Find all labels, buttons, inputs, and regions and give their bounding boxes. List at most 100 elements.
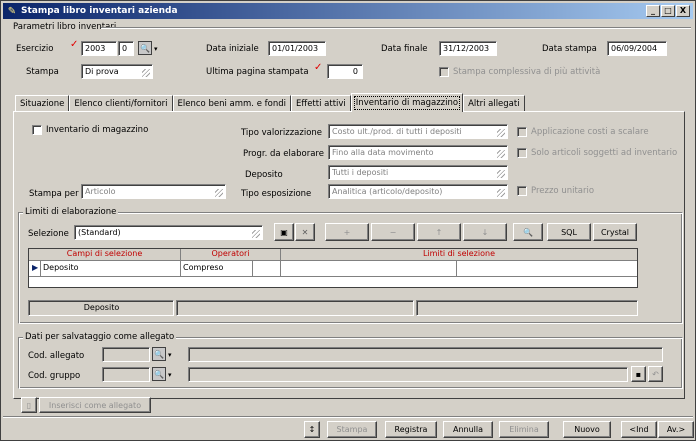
applicazione-label: Applicazione costi a scalare [531, 127, 649, 137]
dropdown-arrow-icon[interactable]: ▾ [168, 351, 172, 359]
inventario-checkbox[interactable] [32, 125, 42, 135]
save-selection-button[interactable]: ▣ [274, 223, 294, 241]
applicazione-checkbox[interactable] [517, 127, 527, 137]
row-pointer-icon: ▶ [29, 261, 41, 276]
tab-elenco-beni[interactable]: Elenco beni amm. e fondi [172, 95, 291, 112]
lookup-icon[interactable]: 🔍 [152, 347, 166, 361]
stampa-select[interactable]: Di prova [81, 64, 153, 79]
grip-icon [497, 150, 505, 158]
grid-cell-blank[interactable] [253, 261, 281, 276]
tab-inventario-magazzino[interactable]: Inventario di magazzino [350, 93, 464, 112]
grid-cell-limite[interactable] [281, 261, 457, 276]
required-mark: ✓ [70, 39, 79, 50]
footer-deposito-cell: Deposito [28, 300, 174, 316]
deposito-label: Deposito [245, 170, 283, 180]
tab-altri-allegati[interactable]: Altri allegati [463, 95, 525, 112]
tab-label: Situazione [20, 99, 65, 109]
tab-bar: Situazione Elenco clienti/fornitori Elen… [15, 93, 525, 112]
solo-articoli-checkbox[interactable] [517, 148, 527, 158]
grip-icon [252, 230, 260, 238]
prezzo-unitario-label: Prezzo unitario [531, 186, 595, 196]
data-finale-input[interactable]: 31/12/2003 [439, 41, 497, 56]
search-icon: 🔍 [523, 227, 533, 237]
tab-effetti-attivi[interactable]: Effetti attivi [290, 95, 351, 112]
grid-cell-operatore[interactable]: Compreso [181, 261, 253, 276]
registra-button[interactable]: Registra [385, 421, 437, 438]
selezione-label: Selezione [28, 229, 69, 239]
cod-gruppo-label: Cod. gruppo [28, 371, 81, 381]
bottom-divider [3, 416, 693, 418]
title-bar[interactable]: ✎ Stampa libro inventari azienda _ □ X [3, 3, 693, 19]
grip-icon [497, 129, 505, 137]
elimina-button[interactable]: Elimina [499, 421, 549, 438]
grid-header-campi[interactable]: Campi di selezione [29, 249, 181, 261]
data-stampa-input[interactable]: 06/09/2004 [607, 41, 667, 56]
crystal-button[interactable]: Crystal [593, 223, 637, 241]
cod-allegato-desc [188, 347, 663, 362]
maximize-button[interactable]: □ [661, 5, 675, 17]
dropdown-arrow-icon[interactable]: ▾ [154, 45, 158, 53]
ultima-pagina-input[interactable]: 0 [327, 64, 363, 79]
esercizio-sub-input[interactable]: 0 [118, 41, 134, 56]
inserisci-allegato-button[interactable]: Inserisci come allegato [39, 397, 151, 413]
cod-gruppo-input[interactable] [102, 367, 150, 382]
params-divider [101, 27, 691, 29]
grid-header-operatori[interactable]: Operatori [181, 249, 281, 261]
app-icon: ✎ [7, 5, 17, 17]
sort-button[interactable]: ↕ [304, 421, 320, 438]
close-window-button[interactable]: X [676, 5, 690, 17]
remove-condition-button[interactable]: − [371, 223, 415, 241]
tipo-valorizzazione-select[interactable]: Costo ult./prod. di tutti i depositi [328, 124, 508, 139]
grid-row-line [29, 276, 637, 277]
move-up-button[interactable]: ↑ [417, 223, 461, 241]
tab-situazione[interactable]: Situazione [15, 95, 70, 112]
data-iniziale-label: Data iniziale [206, 44, 259, 54]
selezione-select[interactable]: (Standard) [74, 225, 263, 240]
indietro-button[interactable]: <Ind [621, 421, 657, 438]
grid-cell-limite-2[interactable] [457, 261, 637, 276]
tab-elenco-clienti[interactable]: Elenco clienti/fornitori [69, 95, 173, 112]
stampa-button[interactable]: Stampa [327, 421, 377, 438]
footer-cell-2 [176, 300, 414, 316]
tipo-valorizzazione-value: Costo ult./prod. di tutti i depositi [332, 127, 462, 136]
grid-cell-campo[interactable]: Deposito [41, 261, 181, 276]
prezzo-unitario-checkbox[interactable] [517, 186, 527, 196]
tipo-esposizione-select[interactable]: Analitica (articolo/deposito) [328, 184, 508, 199]
nuovo-button[interactable]: Nuovo [563, 421, 611, 438]
minimize-button[interactable]: _ [646, 5, 660, 17]
deposito-select[interactable]: Tutti i depositi [328, 165, 508, 180]
grid-header-limiti[interactable]: Limiti di selezione [281, 249, 637, 261]
stampa-complessiva-checkbox[interactable] [439, 67, 449, 77]
tipo-esposizione-value: Analitica (articolo/deposito) [332, 187, 443, 196]
cod-allegato-input[interactable] [102, 347, 150, 362]
tipo-valorizzazione-label: Tipo valorizzazione [241, 128, 323, 138]
selection-grid[interactable]: Campi di selezione Operatori Limiti di s… [28, 248, 638, 288]
grip-icon [497, 170, 505, 178]
annulla-button[interactable]: Annulla [443, 421, 493, 438]
move-down-button[interactable]: ↓ [463, 223, 507, 241]
search-button[interactable]: 🔍 [513, 223, 543, 241]
tab-label: Inventario di magazzino [353, 96, 461, 110]
data-iniziale-input[interactable]: 01/01/2003 [268, 41, 326, 56]
add-condition-button[interactable]: + [325, 223, 369, 241]
tab-label: Effetti attivi [295, 99, 346, 109]
cod-allegato-label: Cod. allegato [28, 351, 85, 361]
stampa-complessiva-label: Stampa complessiva di più attività [453, 67, 601, 77]
deposito-value: Tutti i depositi [332, 168, 389, 177]
allegato-group-title: Dati per salvataggio come allegato [23, 332, 177, 342]
dropdown-arrow-icon[interactable]: ▾ [168, 371, 172, 379]
lookup-icon[interactable]: 🔍 [138, 41, 152, 55]
document-icon[interactable]: ▯ [21, 397, 37, 413]
avanti-button[interactable]: Av.> [658, 421, 694, 438]
stampa-per-select[interactable]: Articolo [81, 184, 226, 199]
stampa-per-value: Articolo [85, 187, 116, 196]
delete-selection-button[interactable]: ✕ [295, 223, 315, 241]
sql-button[interactable]: SQL [547, 223, 591, 241]
lookup-icon[interactable]: 🔍 [152, 367, 166, 381]
esercizio-year-input[interactable]: 2003 [81, 41, 117, 56]
progr-select[interactable]: Fino alla data movimento [328, 145, 508, 160]
save-icon[interactable]: ▪ [631, 366, 646, 382]
tipo-esposizione-label: Tipo esposizione [241, 189, 312, 199]
window-title: Stampa libro inventari azienda [21, 6, 178, 16]
undo-icon[interactable]: ↶ [648, 366, 663, 382]
